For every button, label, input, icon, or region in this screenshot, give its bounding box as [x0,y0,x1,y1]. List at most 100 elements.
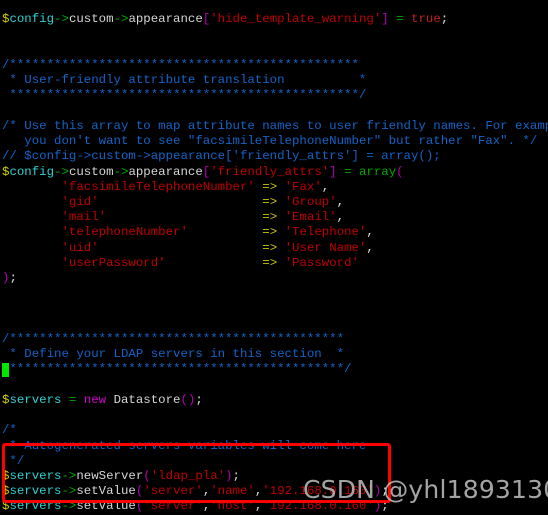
code-token: servers [9,392,62,407]
code-line: 'facsimileTelephoneNumber' => 'Fax', [2,180,548,195]
code-token: () [180,392,196,407]
code-token: 'hide_template_warning' [210,12,382,27]
code-token: ] [381,12,389,27]
code-line: /* [2,423,548,438]
code-token: -> [54,164,69,179]
code-token: , [366,225,374,240]
code-token: custom [68,164,114,179]
code-token: 'telephoneNumber' [61,225,188,240]
code-token: => [262,179,278,194]
code-line: 'mail' => 'Email', [2,210,548,225]
code-token: 'Email' [284,210,337,225]
code-line: /***************************************… [2,332,548,347]
code-token: => [262,195,278,210]
code-token: ; [232,468,240,483]
code-token: , [336,210,345,225]
code-token: ; [9,271,17,286]
code-token: 'Telephone' [284,225,367,240]
code-token: = [344,164,352,179]
code-line: $config->custom->appearance['friendly_at… [2,165,548,180]
code-token: ; [381,484,389,499]
code-token: custom [68,12,114,27]
code-line: 'gid' => 'Group', [2,195,548,210]
code-token: ] [329,164,337,179]
code-line: 'uid' => 'User Name', [2,241,548,256]
code-line: /***************************************… [2,58,548,73]
code-token: servers [9,468,62,483]
code-token: newServer [76,468,144,483]
code-token: 'uid' [61,240,99,255]
code-token: * Autogenerated servers variables will c… [2,438,367,453]
code-token: 'userPassword' [61,255,166,270]
code-line: * Define your LDAP servers in this secti… [2,347,548,362]
code-line: $servers->newServer('ldap_pla'); [2,469,548,484]
code-token: config [9,164,55,179]
code-token: // $config->custom->appearance['friendly… [2,149,441,164]
code-token: ; [381,499,389,514]
code-token: servers [9,484,62,499]
code-token: 'User Name' [284,240,367,255]
code-token: /* [2,423,17,438]
code-line: * Autogenerated servers variables will c… [2,439,548,454]
code-line: ****************************************… [2,362,548,377]
code-token: ( [143,468,151,483]
code-token: you don't want to see "facsimileTelephon… [2,134,538,149]
code-token: => [262,255,278,270]
code-line: you don't want to see "facsimileTelephon… [2,134,548,149]
code-token: = [396,12,404,27]
code-line: /* Use this array to map attribute names… [2,119,548,134]
code-token: 'Password' [284,255,359,270]
code-line: 'userPassword' => 'Password' [2,256,548,271]
code-token: '192.168.0.160' [262,499,374,514]
code-token: 'server' [143,484,203,499]
code-token: 'server' [143,499,203,514]
code-token: true [411,12,441,27]
code-token: , [366,240,374,255]
code-token: /***************************************… [2,331,345,346]
code-token: */ [2,453,25,468]
code-token: 'ldap_pla' [150,468,226,483]
code-token: -> [113,12,129,27]
code-token: , [321,179,330,194]
code-token: -> [113,164,129,179]
code-token: Datastore [113,392,181,407]
code-token: => [262,210,278,225]
code-token: , [336,195,345,210]
code-token: ; [195,392,203,407]
code-token: -> [54,12,69,27]
code-token: config [9,12,55,27]
code-token: servers [9,499,62,514]
code-token: * User-friendly attribute translation * [2,73,367,88]
code-token: ****************************************… [2,362,352,377]
text-cursor [2,363,9,377]
code-token: new [83,392,107,407]
code-token: appearance [128,12,203,27]
code-line: $servers->setValue('server','name','192.… [2,484,548,499]
code-token: ; [440,12,449,27]
code-token: * Define your LDAP servers in this secti… [2,347,345,362]
code-token: 'facsimileTelephoneNumber' [61,179,255,194]
code-line: // $config->custom->appearance['friendly… [2,149,548,164]
source-code[interactable]: $config->custom->appearance['hide_templa… [2,12,548,514]
code-line: $servers = new Datastore(); [2,393,548,408]
code-editor-viewport[interactable]: $config->custom->appearance['hide_templa… [0,0,548,514]
code-token: /***************************************… [2,58,359,73]
